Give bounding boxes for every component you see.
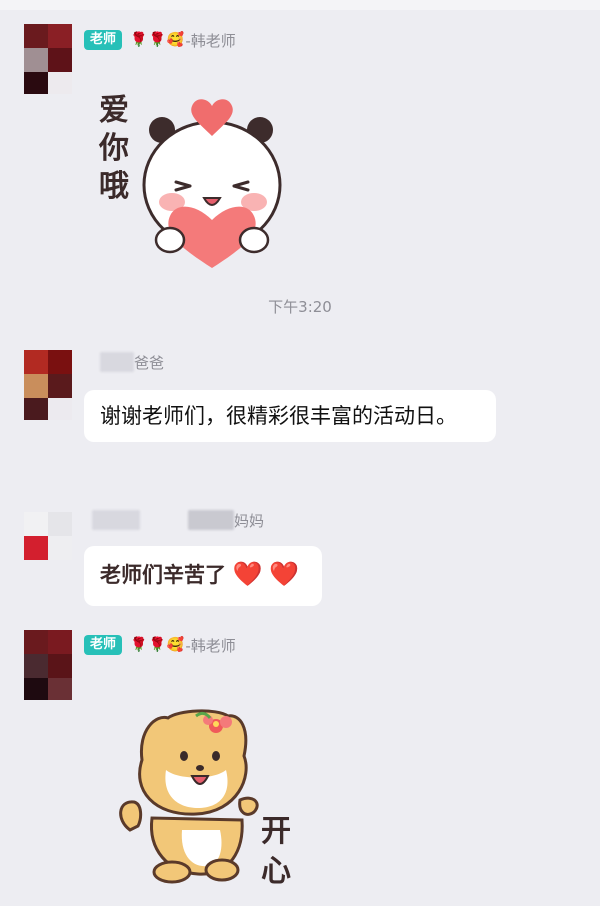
panda-heart-sticker[interactable]: 爱 你 哦 xyxy=(92,90,292,275)
avatar[interactable] xyxy=(24,630,72,700)
teacher-badge: 老师 xyxy=(84,30,123,50)
sticker-char: 心 xyxy=(261,854,291,889)
rose-emoji-icon: 🌹 xyxy=(130,637,148,653)
sticker-char: 爱 xyxy=(99,93,129,128)
rose-emoji-icon: 🌹 xyxy=(148,637,166,653)
sticker-char: 开 xyxy=(261,814,291,849)
message-bubble[interactable]: 老师们辛苦了 ❤️ ❤️ xyxy=(84,546,322,606)
sender-name: -韩老师 xyxy=(185,31,236,50)
sender-name: 妈妈 xyxy=(234,511,265,530)
message-text: 谢谢老师们，很精彩很丰富的活动日。 xyxy=(100,404,457,428)
smiling-face-hearts-emoji-icon: 🥰 xyxy=(166,637,185,653)
sender-line: 老师 🌹 🌹 🥰 -韩老师 xyxy=(84,633,236,657)
sender-line: 妈妈 xyxy=(92,508,264,532)
redacted-name xyxy=(100,352,134,372)
avatar[interactable] xyxy=(24,512,72,582)
message-text: 老师们辛苦了 xyxy=(100,563,226,587)
avatar[interactable] xyxy=(24,24,72,94)
top-bar xyxy=(0,0,600,10)
message-bubble[interactable]: 谢谢老师们，很精彩很丰富的活动日。 xyxy=(84,390,496,442)
rose-emoji-icon: 🌹 xyxy=(130,32,148,48)
sender-line: 爸爸 xyxy=(100,350,164,374)
redacted-name xyxy=(92,510,140,530)
sticker-char: 你 xyxy=(99,131,129,166)
rose-emoji-icon: 🌹 xyxy=(148,32,166,48)
sticker-char: 哦 xyxy=(99,169,129,204)
heart-emoji-icon: ❤️ xyxy=(269,560,300,588)
sticker-text: 爱 你 哦 xyxy=(94,92,134,206)
avatar[interactable] xyxy=(24,350,72,420)
sender-name: 爸爸 xyxy=(134,353,165,372)
message-timestamp: 下午3:20 xyxy=(268,298,332,316)
sticker-text: 开 心 xyxy=(254,812,298,892)
sender-name: -韩老师 xyxy=(185,636,236,655)
sender-line: 老师 🌹 🌹 🥰 -韩老师 xyxy=(84,28,236,52)
smiling-face-hearts-emoji-icon: 🥰 xyxy=(166,32,185,48)
shiba-happy-sticker[interactable]: 开 心 xyxy=(112,700,322,890)
teacher-badge: 老师 xyxy=(84,635,123,655)
redacted-name xyxy=(188,510,234,530)
heart-emoji-icon: ❤️ xyxy=(232,560,263,588)
